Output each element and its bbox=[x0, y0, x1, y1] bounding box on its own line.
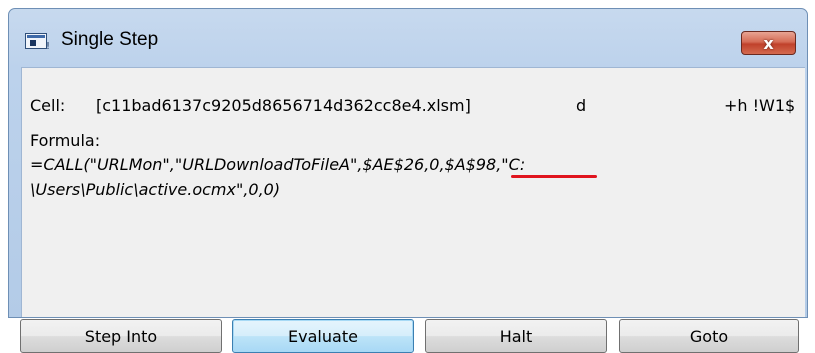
close-icon: x bbox=[763, 33, 774, 53]
evaluate-button[interactable]: Evaluate bbox=[232, 319, 414, 353]
cell-workbook: [c11bad6137c9205d8656714d362cc8e4.xlsm] bbox=[96, 96, 471, 115]
goto-button[interactable]: Goto bbox=[619, 319, 799, 353]
formula-label: Formula: bbox=[30, 131, 101, 150]
step-into-button[interactable]: Step Into bbox=[20, 319, 222, 353]
formula-line-2: \Users\Public\active.ocmx",0,0) bbox=[30, 180, 281, 199]
excel-window-icon: ! bbox=[25, 33, 50, 52]
halt-button[interactable]: Halt bbox=[425, 319, 607, 353]
cell-label: Cell: bbox=[30, 96, 66, 115]
cell-sheet: d bbox=[576, 96, 587, 115]
dialog-title: Single Step bbox=[61, 29, 159, 50]
dialog-body: Cell: [c11bad6137c9205d8656714d362cc8e4.… bbox=[20, 67, 805, 353]
close-button[interactable]: x bbox=[741, 31, 796, 55]
formula-line-1: =CALL("URLMon","URLDownloadToFileA",$AE$… bbox=[30, 155, 526, 174]
red-underline-annotation bbox=[511, 175, 597, 178]
cell-reference: +h !W1$ bbox=[724, 96, 796, 115]
title-bar[interactable]: ! Single Step x bbox=[9, 9, 807, 64]
single-step-dialog: ! Single Step x Cell: [c11bad6137c9205d8… bbox=[8, 8, 808, 353]
